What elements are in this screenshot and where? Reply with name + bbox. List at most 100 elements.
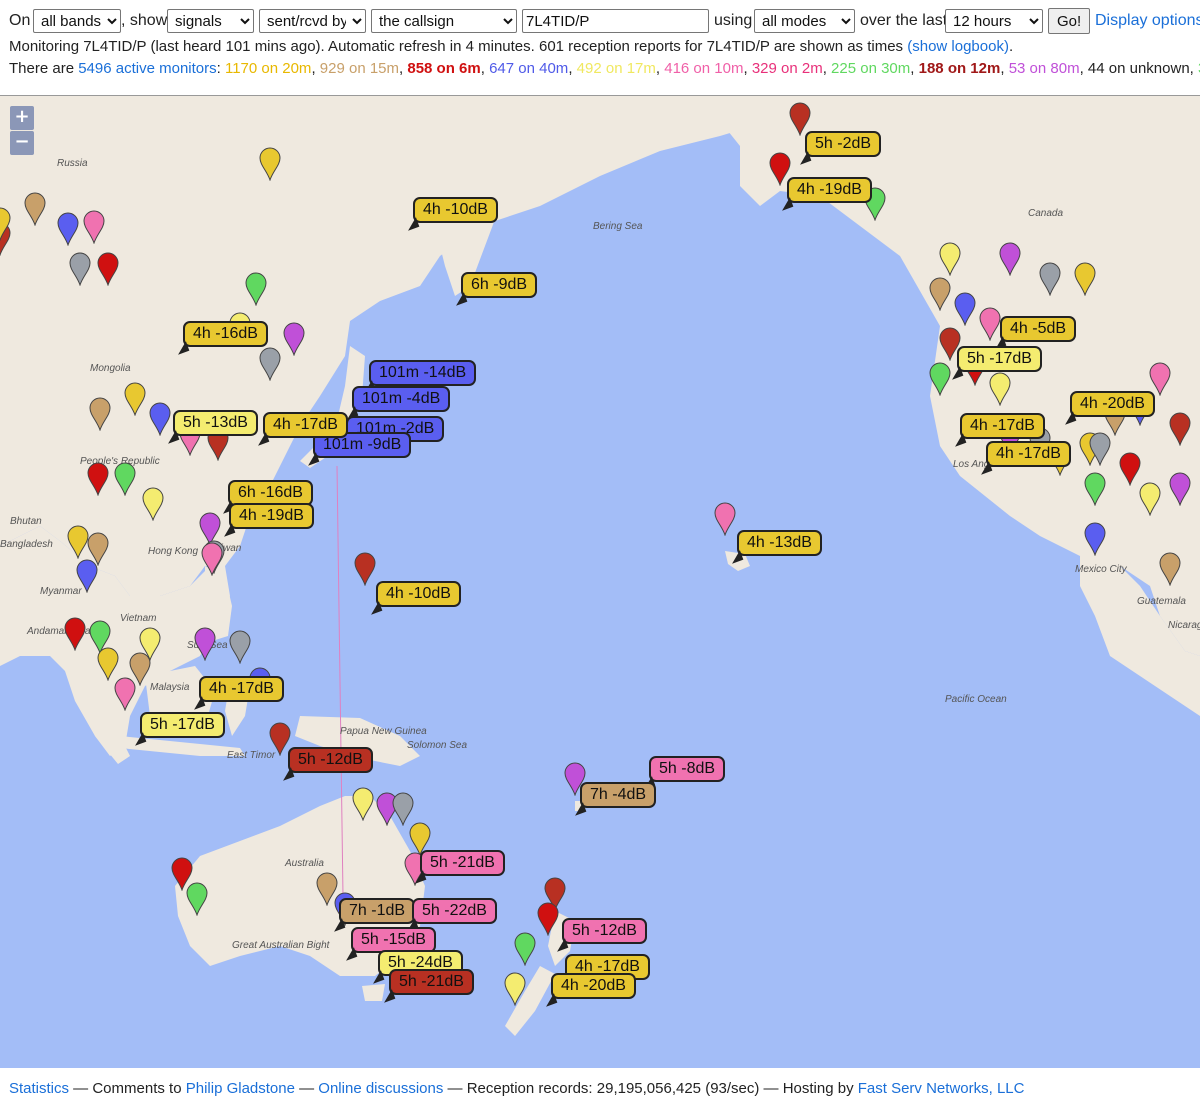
monitor-marker-icon[interactable] <box>514 932 536 966</box>
hosting-link[interactable]: Fast Serv Networks, LLC <box>858 1080 1025 1097</box>
spot-report-bubble[interactable]: 5h -21dB <box>420 850 505 876</box>
monitor-marker-icon[interactable] <box>142 487 164 521</box>
period-select[interactable]: 12 hours <box>945 9 1043 33</box>
spot-report-bubble[interactable]: 7h -1dB <box>339 898 416 924</box>
show-logbook-link[interactable]: (show logbook) <box>907 38 1009 55</box>
go-button[interactable]: Go! <box>1048 8 1091 34</box>
monitor-marker-icon[interactable] <box>97 647 119 681</box>
monitors-prefix: There are <box>9 60 75 77</box>
monitor-marker-icon[interactable] <box>504 972 526 1006</box>
monitor-marker-icon[interactable] <box>537 902 559 936</box>
mode-select[interactable]: all modes <box>754 9 855 33</box>
monitor-marker-icon[interactable] <box>1169 412 1191 446</box>
monitor-marker-icon[interactable] <box>392 792 414 826</box>
monitor-marker-icon[interactable] <box>1139 482 1161 516</box>
monitor-marker-icon[interactable] <box>714 502 736 536</box>
monitor-marker-icon[interactable] <box>229 630 251 664</box>
monitor-marker-icon[interactable] <box>979 307 1001 341</box>
band-select[interactable]: all bands <box>33 9 121 33</box>
spot-report-bubble[interactable]: 4h -13dB <box>737 530 822 556</box>
monitor-marker-icon[interactable] <box>283 322 305 356</box>
monitor-marker-icon[interactable] <box>76 559 98 593</box>
monitor-marker-icon[interactable] <box>67 525 89 559</box>
band-counts: 1170 on 20m, 929 on 15m, 858 on 6m, 647 … <box>225 60 1200 77</box>
monitor-marker-icon[interactable] <box>929 362 951 396</box>
monitor-marker-icon[interactable] <box>149 402 171 436</box>
monitor-marker-icon[interactable] <box>1149 362 1171 396</box>
monitor-marker-icon[interactable] <box>1074 262 1096 296</box>
monitor-marker-icon[interactable] <box>124 382 146 416</box>
monitor-marker-icon[interactable] <box>259 347 281 381</box>
monitor-marker-icon[interactable] <box>954 292 976 326</box>
monitor-marker-icon[interactable] <box>114 677 136 711</box>
monitor-marker-icon[interactable] <box>87 462 109 496</box>
monitor-marker-icon[interactable] <box>1169 472 1191 506</box>
monitor-marker-icon[interactable] <box>97 252 119 286</box>
monitor-marker-icon[interactable] <box>939 242 961 276</box>
spot-report-bubble[interactable]: 4h -16dB <box>183 321 268 347</box>
spot-report-bubble[interactable]: 5h -13dB <box>173 410 258 436</box>
zoom-in-button[interactable]: + <box>10 106 34 130</box>
monitor-marker-icon[interactable] <box>1084 472 1106 506</box>
monitor-marker-icon[interactable] <box>83 210 105 244</box>
monitor-marker-icon[interactable] <box>186 882 208 916</box>
spot-report-bubble[interactable]: 4h -17dB <box>199 676 284 702</box>
spot-report-bubble[interactable]: 4h -19dB <box>229 503 314 529</box>
spot-report-bubble[interactable]: 5h -12dB <box>562 918 647 944</box>
callsign-input[interactable] <box>522 9 709 33</box>
spot-report-bubble[interactable]: 5h -21dB <box>389 969 474 995</box>
spot-report-bubble[interactable]: 4h -17dB <box>986 441 1071 467</box>
spot-report-bubble[interactable]: 5h -17dB <box>140 712 225 738</box>
direction-select[interactable]: sent/rcvd by <box>259 9 366 33</box>
reception-map[interactable]: + − Russia Bering Sea Canada Mongolia People… <box>0 95 1200 1068</box>
monitor-marker-icon[interactable] <box>24 192 46 226</box>
spot-report-bubble[interactable]: 101m -4dB <box>352 386 451 412</box>
spot-report-bubble[interactable]: 6h -9dB <box>461 272 538 298</box>
monitor-marker-icon[interactable] <box>352 787 374 821</box>
spot-report-bubble[interactable]: 5h -17dB <box>957 346 1042 372</box>
monitor-marker-icon[interactable] <box>1119 452 1141 486</box>
spot-report-bubble[interactable]: 4h -10dB <box>376 581 461 607</box>
author-link[interactable]: Philip Gladstone <box>186 1080 295 1097</box>
monitor-marker-icon[interactable] <box>1089 432 1111 466</box>
spot-report-bubble[interactable]: 5h -8dB <box>649 756 726 782</box>
discussions-link[interactable]: Online discussions <box>318 1080 443 1097</box>
monitor-marker-icon[interactable] <box>64 617 86 651</box>
map-place-label: Nicaragua <box>1168 620 1200 631</box>
spot-report-bubble[interactable]: 4h -5dB <box>1000 316 1077 342</box>
zoom-out-button[interactable]: − <box>10 131 34 155</box>
monitor-marker-icon[interactable] <box>929 277 951 311</box>
spot-report-bubble[interactable]: 5h -12dB <box>288 747 373 773</box>
monitor-marker-icon[interactable] <box>0 207 11 241</box>
monitor-marker-icon[interactable] <box>999 242 1021 276</box>
monitor-marker-icon[interactable] <box>89 397 111 431</box>
monitor-marker-icon[interactable] <box>1159 552 1181 586</box>
monitor-marker-icon[interactable] <box>354 552 376 586</box>
spot-report-bubble[interactable]: 4h -17dB <box>960 413 1045 439</box>
spot-report-bubble[interactable]: 4h -20dB <box>551 973 636 999</box>
monitor-marker-icon[interactable] <box>245 272 267 306</box>
spot-report-bubble[interactable]: 101m -14dB <box>369 360 477 386</box>
spot-report-bubble[interactable]: 5h -2dB <box>805 131 882 157</box>
display-options-link[interactable]: Display options <box>1095 12 1200 30</box>
monitor-marker-icon[interactable] <box>57 212 79 246</box>
spot-report-bubble[interactable]: 7h -4dB <box>580 782 657 808</box>
spot-report-bubble[interactable]: 4h -17dB <box>263 412 348 438</box>
spot-report-bubble[interactable]: 4h -19dB <box>787 177 872 203</box>
monitor-marker-icon[interactable] <box>1039 262 1061 296</box>
monitor-marker-icon[interactable] <box>194 627 216 661</box>
spot-report-bubble[interactable]: 5h -22dB <box>412 898 497 924</box>
show-select[interactable]: signals <box>167 9 254 33</box>
monitor-marker-icon[interactable] <box>201 542 223 576</box>
monitor-marker-icon[interactable] <box>259 147 281 181</box>
status-text: Monitoring 7L4TID/P (last heard 101 mins… <box>9 38 904 55</box>
statistics-link[interactable]: Statistics <box>9 1080 69 1097</box>
spot-report-bubble[interactable]: 4h -20dB <box>1070 391 1155 417</box>
monitor-marker-icon[interactable] <box>114 462 136 496</box>
active-monitors-link[interactable]: 5496 active monitors <box>78 60 216 77</box>
monitor-marker-icon[interactable] <box>1084 522 1106 556</box>
spot-report-bubble[interactable]: 4h -10dB <box>413 197 498 223</box>
monitor-marker-icon[interactable] <box>989 372 1011 406</box>
monitor-marker-icon[interactable] <box>69 252 91 286</box>
target-select[interactable]: the callsign <box>371 9 517 33</box>
